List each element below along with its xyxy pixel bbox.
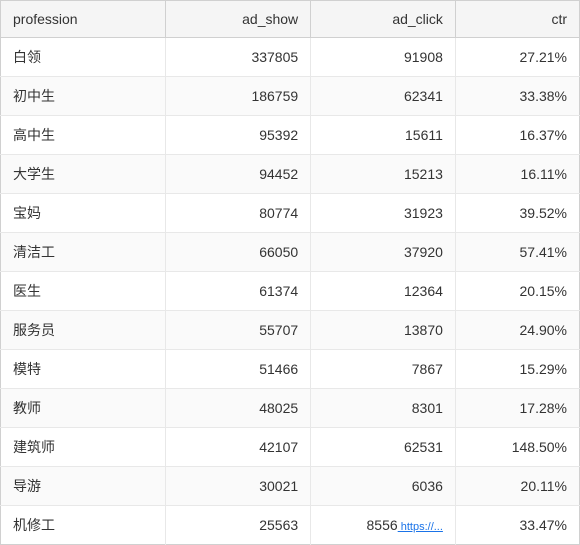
table-row: 导游30021603620.11%: [1, 467, 580, 506]
cell-profession: 教师: [1, 389, 166, 428]
cell-ad-click: 15611: [311, 116, 456, 155]
cell-ad-show: 51466: [166, 350, 311, 389]
cell-ad-click: 13870: [311, 311, 456, 350]
table-header-row: profession ad_show ad_click ctr: [1, 1, 580, 38]
cell-ad-click: 62531: [311, 428, 456, 467]
cell-ctr: 15.29%: [455, 350, 579, 389]
cell-profession: 白领: [1, 38, 166, 77]
cell-ctr: 16.37%: [455, 116, 579, 155]
cell-ad-click: 15213: [311, 155, 456, 194]
cell-ad-click: 12364: [311, 272, 456, 311]
cell-profession: 宝妈: [1, 194, 166, 233]
cell-ad-show: 186759: [166, 77, 311, 116]
watermark-link: https://...: [398, 521, 443, 533]
cell-ctr: 17.28%: [455, 389, 579, 428]
cell-profession: 导游: [1, 467, 166, 506]
cell-ad-click: 62341: [311, 77, 456, 116]
data-table: profession ad_show ad_click ctr 白领337805…: [0, 0, 580, 545]
cell-ad-show: 337805: [166, 38, 311, 77]
cell-ctr: 20.15%: [455, 272, 579, 311]
cell-ad-show: 30021: [166, 467, 311, 506]
cell-ad-show: 42107: [166, 428, 311, 467]
cell-profession: 服务员: [1, 311, 166, 350]
cell-ad-click: 8301: [311, 389, 456, 428]
cell-profession: 高中生: [1, 116, 166, 155]
cell-ctr: 33.47%: [455, 506, 579, 545]
table-row: 高中生953921561116.37%: [1, 116, 580, 155]
cell-ctr: 39.52%: [455, 194, 579, 233]
cell-profession: 大学生: [1, 155, 166, 194]
table-row: 初中生1867596234133.38%: [1, 77, 580, 116]
cell-ctr: 33.38%: [455, 77, 579, 116]
table-row: 白领3378059190827.21%: [1, 38, 580, 77]
cell-ctr: 16.11%: [455, 155, 579, 194]
header-ctr: ctr: [455, 1, 579, 38]
cell-ad-show: 25563: [166, 506, 311, 545]
header-ad-click: ad_click: [311, 1, 456, 38]
table-row: 建筑师4210762531148.50%: [1, 428, 580, 467]
table-row: 模特51466786715.29%: [1, 350, 580, 389]
header-profession: profession: [1, 1, 166, 38]
cell-profession: 初中生: [1, 77, 166, 116]
cell-ad-show: 61374: [166, 272, 311, 311]
cell-ad-click: 7867: [311, 350, 456, 389]
table-row: 大学生944521521316.11%: [1, 155, 580, 194]
cell-ctr: 27.21%: [455, 38, 579, 77]
cell-ctr: 24.90%: [455, 311, 579, 350]
table-row: 教师48025830117.28%: [1, 389, 580, 428]
cell-ctr: 148.50%: [455, 428, 579, 467]
table-row: 清洁工660503792057.41%: [1, 233, 580, 272]
cell-profession: 清洁工: [1, 233, 166, 272]
table-row: 服务员557071387024.90%: [1, 311, 580, 350]
cell-ad-show: 80774: [166, 194, 311, 233]
cell-ad-show: 55707: [166, 311, 311, 350]
cell-profession: 机修工: [1, 506, 166, 545]
cell-ad-show: 66050: [166, 233, 311, 272]
cell-ad-show: 95392: [166, 116, 311, 155]
cell-ad-click: 8556 https://...: [311, 506, 456, 545]
table-row: 机修工255638556 https://...33.47%: [1, 506, 580, 545]
header-ad-show: ad_show: [166, 1, 311, 38]
cell-profession: 建筑师: [1, 428, 166, 467]
cell-ad-click: 91908: [311, 38, 456, 77]
cell-ad-click: 6036: [311, 467, 456, 506]
cell-ad-click: 31923: [311, 194, 456, 233]
cell-profession: 模特: [1, 350, 166, 389]
cell-ad-click: 37920: [311, 233, 456, 272]
cell-ad-show: 94452: [166, 155, 311, 194]
table-row: 宝妈807743192339.52%: [1, 194, 580, 233]
cell-ctr: 20.11%: [455, 467, 579, 506]
table-row: 医生613741236420.15%: [1, 272, 580, 311]
cell-ad-show: 48025: [166, 389, 311, 428]
cell-ctr: 57.41%: [455, 233, 579, 272]
cell-profession: 医生: [1, 272, 166, 311]
